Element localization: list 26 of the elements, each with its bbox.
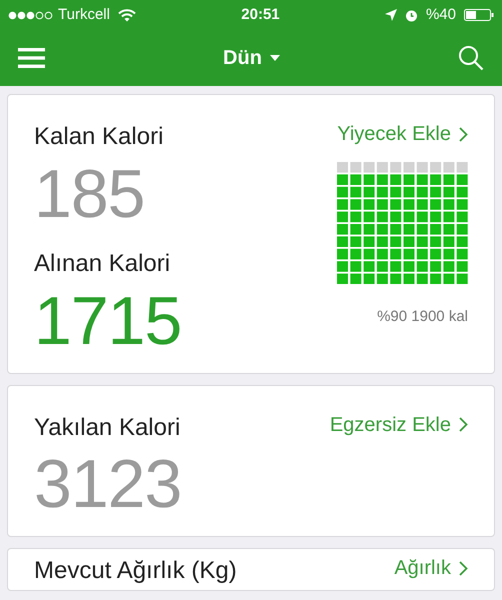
battery-icon (464, 9, 494, 21)
card-title: Mevcut Ağırlık (Kg) (34, 557, 237, 586)
card-title: Kalan Kalori (34, 123, 164, 152)
caret-icon (270, 55, 280, 61)
remaining-calories: 185 (34, 160, 146, 228)
search-button[interactable] (458, 45, 484, 71)
wifi-icon (118, 8, 136, 22)
alarm-clock-icon (404, 8, 418, 22)
card-title: Yakılan Kalori (34, 414, 180, 442)
date-dropdown[interactable]: Dün (223, 43, 280, 73)
chevron-icon (459, 126, 468, 142)
status-time: 20:51 (241, 4, 280, 25)
location-arrow-icon (384, 9, 397, 21)
add-link[interactable]: Egzersiz Ekle (330, 410, 468, 440)
menu-button[interactable] (18, 48, 45, 68)
burned-calories: 3123 (34, 450, 182, 518)
add-link[interactable]: Ağırlık (394, 553, 468, 584)
intake-calories: 1715 (34, 286, 182, 355)
intake-title: Alınan Kalori (34, 250, 172, 279)
chevron-icon (459, 417, 468, 432)
carrier-name: Turkcell (58, 4, 110, 25)
goal-label: %90 1900 kal (377, 306, 468, 327)
signal-icon (8, 10, 54, 20)
add-link[interactable]: Yiyecek Ekle (337, 119, 468, 149)
battery-percent: %40 (426, 4, 456, 25)
chevron-icon (459, 560, 468, 576)
